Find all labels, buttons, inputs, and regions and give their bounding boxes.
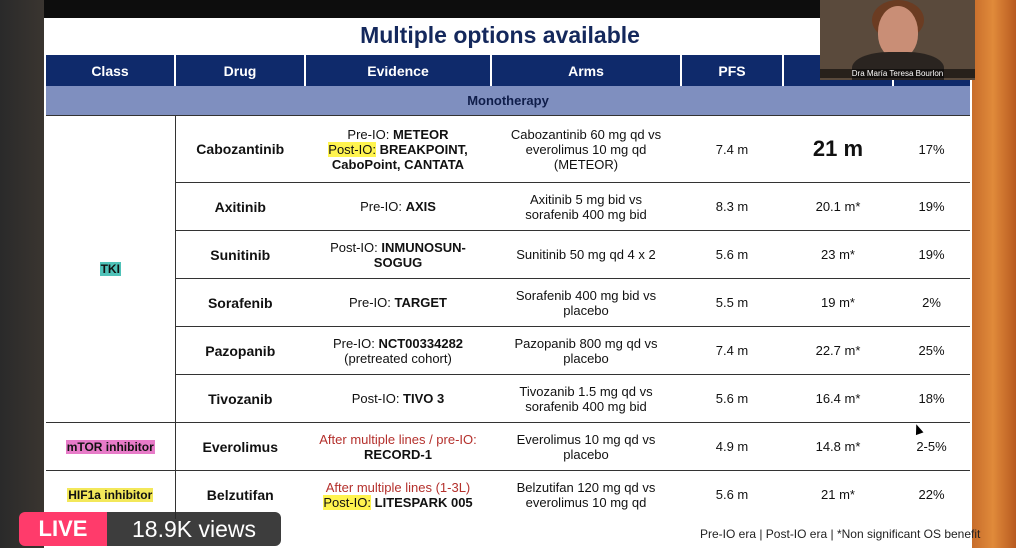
live-badge: LIVE — [19, 512, 107, 546]
arms-cell: Pazopanib 800 mg qd vs placebo — [491, 326, 681, 375]
drug-cell: Sorafenib — [175, 278, 305, 327]
evidence-cell: Post-IO: INMUNOSUN- SOGUG — [305, 230, 491, 279]
arms-cell: Axitinib 5 mg bid vs sorafenib 400 mg bid — [491, 182, 681, 231]
webcam-overlay: Dra María Teresa Bourlon — [820, 0, 975, 80]
class-cell-tki: TKI — [46, 115, 176, 423]
slide-footer: Pre-IO era | Post-IO era | *Non signific… — [700, 527, 981, 541]
class-cell-mtor: mTOR inhibitor — [46, 422, 176, 471]
table-row: Sorafenib Pre-IO: TARGET Sorafenib 400 m… — [46, 278, 970, 327]
pfs-cell: 4.9 m — [681, 422, 783, 471]
orr-cell: 19% — [893, 230, 970, 279]
arms-cell: Cabozantinib 60 mg qd vs everolimus 10 mg… — [491, 115, 681, 183]
orr-cell: 2-5% — [893, 422, 970, 471]
os-cell: 16.4 m* — [783, 374, 893, 423]
os-cell: 19 m* — [783, 278, 893, 327]
drug-cell: Cabozantinib — [175, 115, 305, 183]
pfs-cell: 7.4 m — [681, 326, 783, 375]
evidence-cell: Pre-IO: AXIS — [305, 182, 491, 231]
table-row: Tivozanib Post-IO: TIVO 3 Tivozanib 1.5 … — [46, 374, 970, 423]
section-label: Monotherapy — [46, 86, 970, 116]
table-row: Sunitinib Post-IO: INMUNOSUN- SOGUG Sunit… — [46, 230, 970, 279]
os-cell: 14.8 m* — [783, 422, 893, 471]
header-arms: Arms — [491, 55, 682, 86]
pfs-cell: 8.3 m — [681, 182, 783, 231]
orr-cell: 2% — [893, 278, 970, 327]
view-count: 18.9K views — [107, 512, 281, 546]
header-class: Class — [46, 55, 176, 86]
evidence-cell: Pre-IO: NCT00334282 (pretreated cohort) — [305, 326, 491, 375]
presenter-face — [878, 6, 918, 58]
orr-cell: 17% — [893, 115, 970, 183]
evidence-cell: After multiple lines (1-3L) Post-IO: LITE… — [323, 479, 473, 510]
drug-cell: Axitinib — [175, 182, 305, 231]
evidence-cell: Pre-IO: METEOR Post-IO: BREAKPOINT, Cabo… — [305, 115, 491, 183]
pfs-cell: 5.5 m — [681, 278, 783, 327]
table-row: Axitinib Pre-IO: AXIS Axitinib 5 mg bid … — [46, 182, 970, 231]
table-row: mTOR inhibitor Everolimus After multiple… — [46, 422, 970, 471]
arms-cell: Sunitinib 50 mg qd 4 x 2 — [491, 230, 681, 279]
arms-cell: Sorafenib 400 mg bid vs placebo — [491, 278, 681, 327]
pfs-cell: 5.6 m — [681, 374, 783, 423]
os-cell: 21 m — [783, 115, 893, 183]
arms-cell: Tivozanib 1.5 mg qd vs sorafenib 400 mg b… — [491, 374, 681, 423]
evidence-cell: Pre-IO: TARGET — [305, 278, 491, 327]
header-evidence: Evidence — [305, 55, 492, 86]
presenter-name: Dra María Teresa Bourlon — [820, 69, 975, 78]
os-cell: 22.7 m* — [783, 326, 893, 375]
table-row: Pazopanib Pre-IO: NCT00334282 (pretreated… — [46, 326, 970, 375]
drug-cell: Everolimus — [175, 422, 305, 471]
header-drug: Drug — [175, 55, 306, 86]
header-pfs: PFS — [681, 55, 784, 86]
evidence-cell: Post-IO: TIVO 3 — [305, 374, 491, 423]
arms-cell: Everolimus 10 mg qd vs placebo — [491, 422, 681, 471]
drug-cell: Pazopanib — [175, 326, 305, 375]
drug-cell: Sunitinib — [175, 230, 305, 279]
class-label-mtor: mTOR inhibitor — [65, 439, 155, 454]
background-right — [970, 0, 1016, 548]
drug-cell: Tivozanib — [175, 374, 305, 423]
orr-cell: 18% — [893, 374, 970, 423]
pfs-cell: 5.6 m — [681, 230, 783, 279]
pfs-cell: 5.6 m — [715, 487, 749, 503]
orr-cell: 25% — [893, 326, 970, 375]
class-label-hif: HIF1a inhibitor — [67, 487, 154, 502]
class-label-tki: TKI — [99, 262, 121, 276]
orr-cell: 22% — [918, 487, 945, 503]
section-row: Monotherapy — [46, 86, 970, 116]
pfs-cell: 7.4 m — [681, 115, 783, 183]
therapy-table: Class Drug Evidence Arms PFS O Monothera… — [46, 55, 970, 519]
os-cell: 20.1 m* — [783, 182, 893, 231]
os-cell: 23 m* — [783, 230, 893, 279]
os-cell: 21 m* — [821, 487, 855, 503]
orr-cell: 19% — [893, 182, 970, 231]
arms-cell: Belzutifan 120 mg qd vs everolimus 10 mg … — [516, 479, 656, 510]
evidence-cell: After multiple lines / pre-IO: RECORD-1 — [305, 422, 491, 471]
background-left — [0, 0, 44, 548]
table-row: TKI Cabozantinib Pre-IO: METEOR Post-IO:… — [46, 115, 970, 423]
